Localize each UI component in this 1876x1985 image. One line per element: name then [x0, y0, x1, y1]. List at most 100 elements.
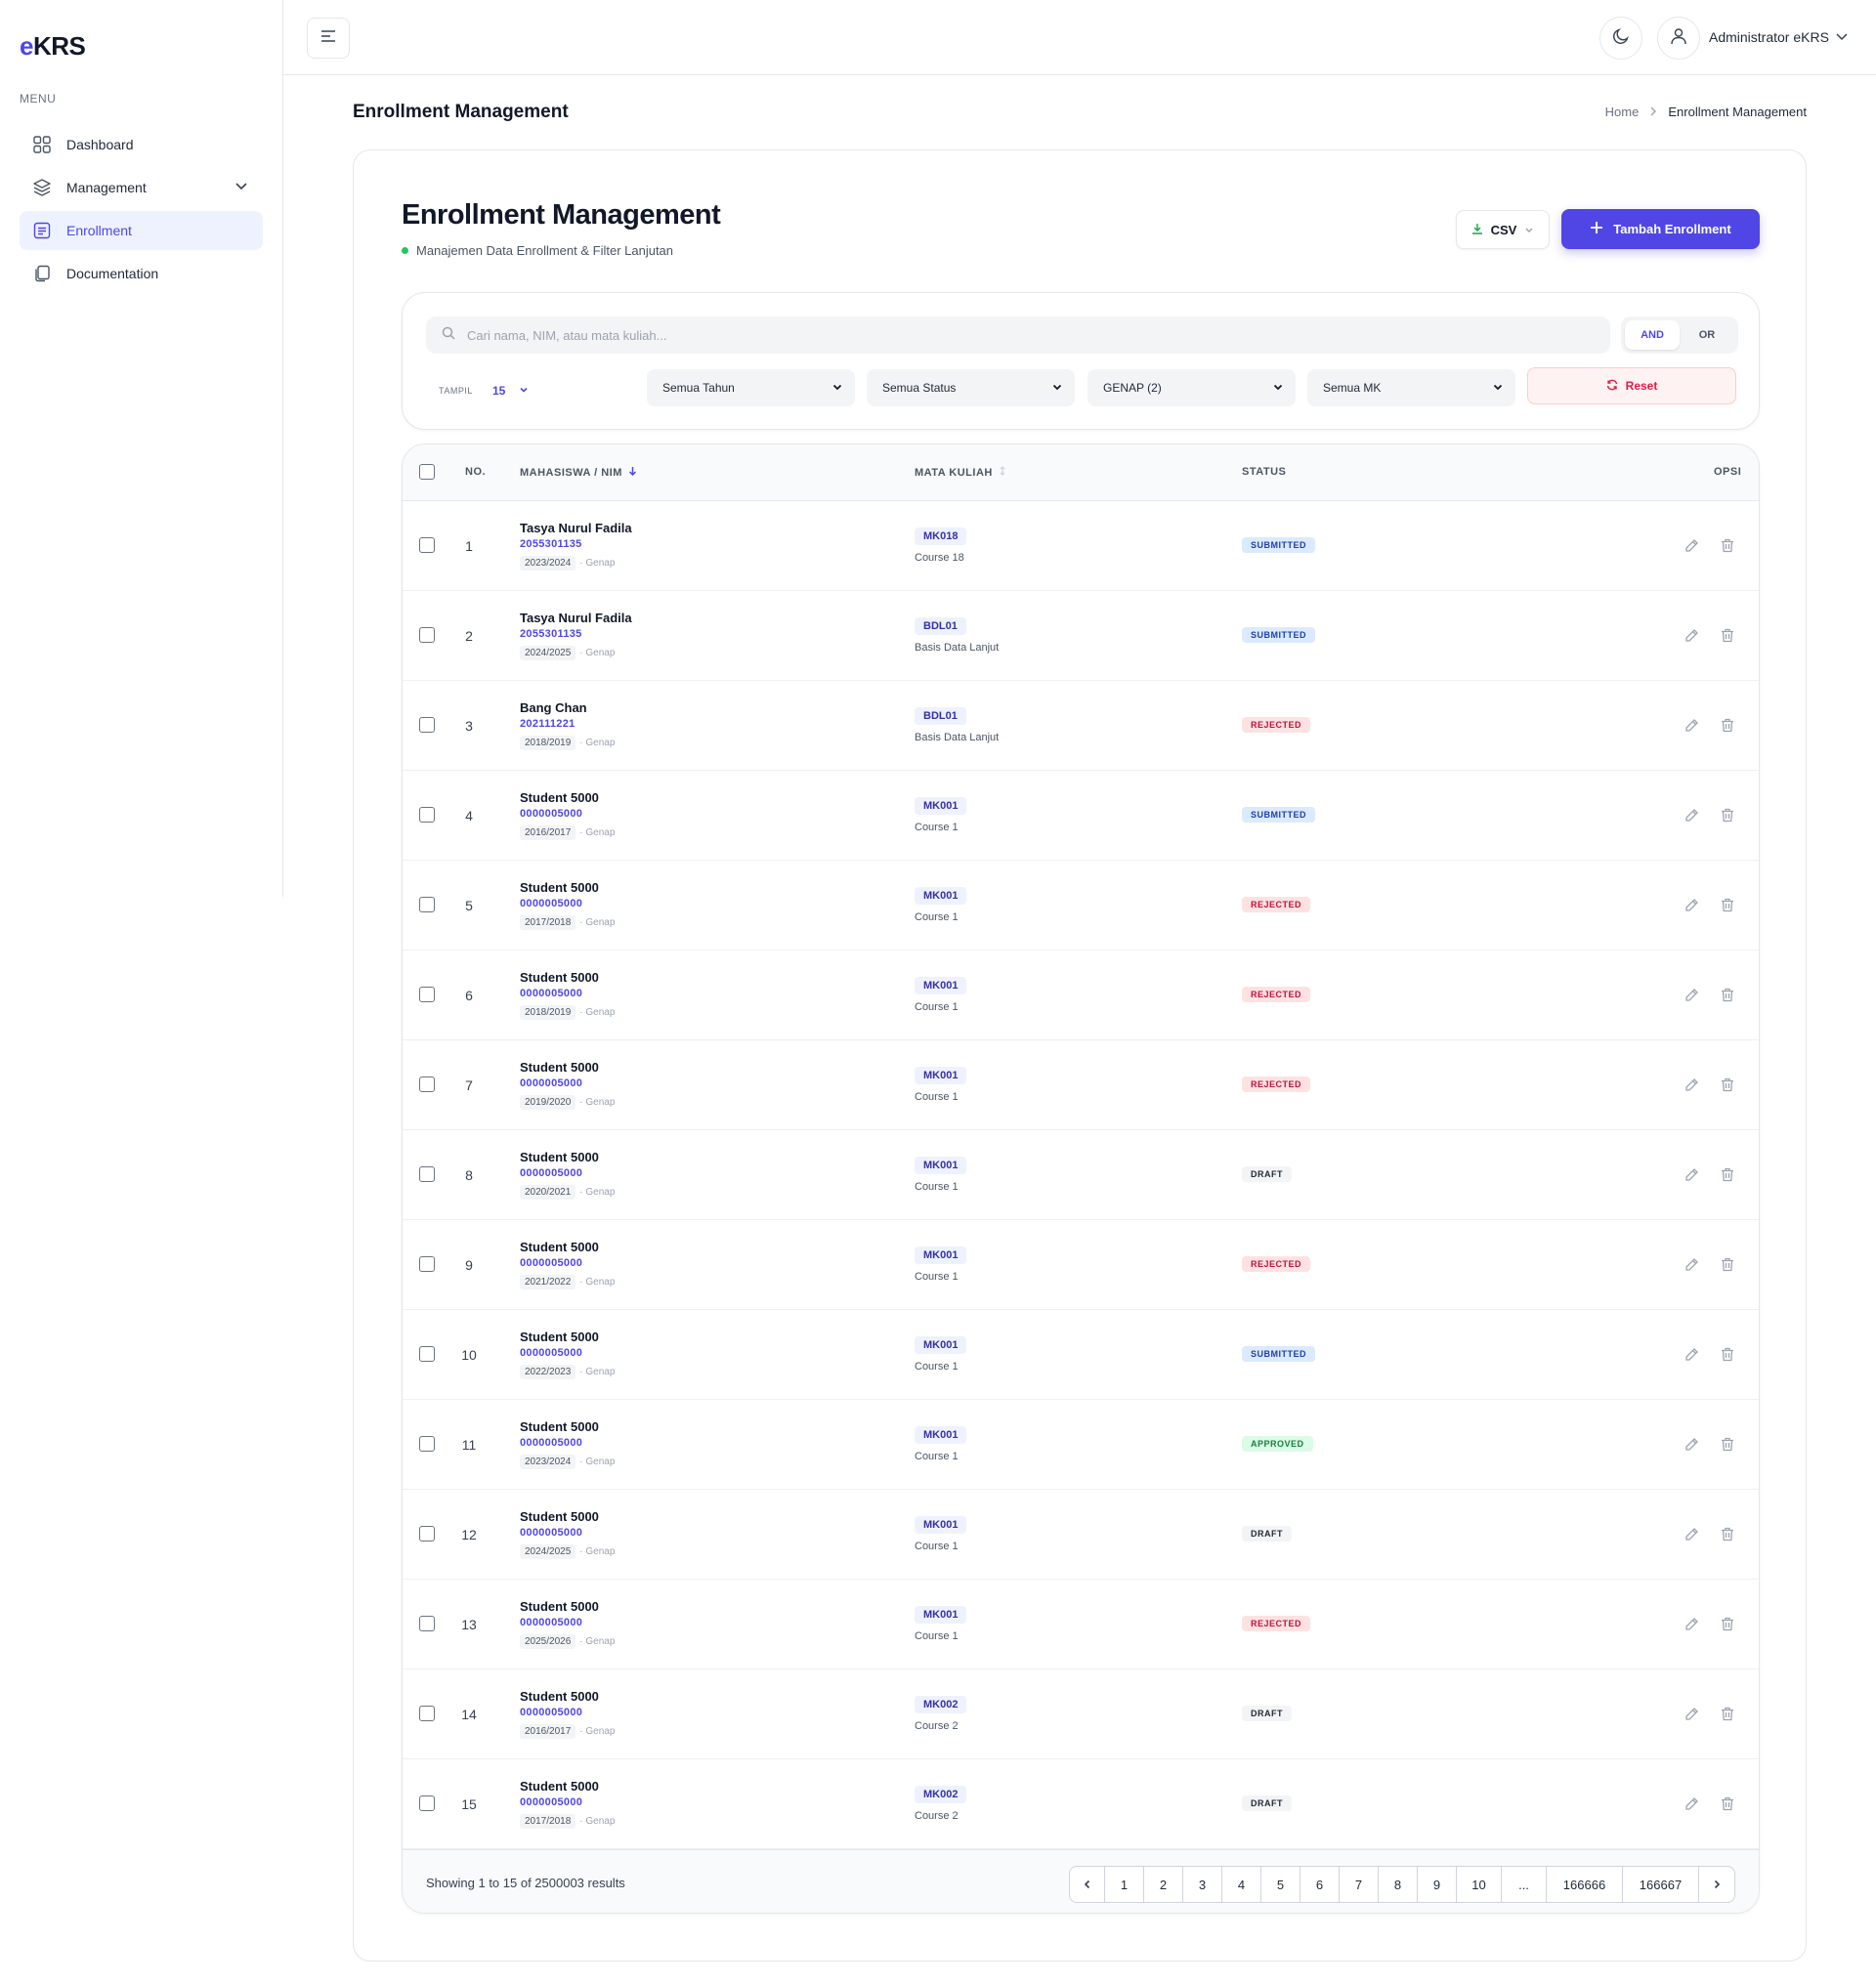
status-select[interactable]: Semua Status — [867, 369, 1075, 406]
row-checkbox[interactable] — [419, 1166, 435, 1182]
row-checkbox[interactable] — [419, 1436, 435, 1452]
row-checkbox[interactable] — [419, 1526, 435, 1542]
delete-trash-icon[interactable] — [1719, 1615, 1736, 1632]
edit-pencil-icon[interactable] — [1683, 986, 1700, 1003]
academic-year-badge: 2017/2018 — [520, 1814, 576, 1829]
row-checkbox[interactable] — [419, 717, 435, 733]
page-button[interactable]: 8 — [1379, 1867, 1418, 1902]
row-checkbox[interactable] — [419, 987, 435, 1002]
page-button[interactable]: 1 — [1105, 1867, 1144, 1902]
add-enrollment-button[interactable]: Tambah Enrollment — [1561, 209, 1760, 249]
student-meta: 2023/2024 · Genap — [520, 1455, 615, 1469]
row-checkbox[interactable] — [419, 1346, 435, 1362]
year-select[interactable]: Semua Tahun — [647, 369, 855, 406]
edit-pencil-icon[interactable] — [1683, 1525, 1700, 1542]
row-checkbox[interactable] — [419, 1706, 435, 1721]
sidebar-item-documentation[interactable]: Documentation — [20, 254, 263, 293]
header-matkul[interactable]: MATA KULIAH — [915, 466, 1006, 479]
app-logo[interactable]: eKRS — [20, 31, 86, 62]
delete-trash-icon[interactable] — [1719, 1435, 1736, 1453]
row-checkbox[interactable] — [419, 1256, 435, 1272]
mk-select[interactable]: Semua MK — [1307, 369, 1515, 406]
theme-toggle-button[interactable] — [1599, 17, 1642, 60]
semester-label: · Genap — [579, 1277, 616, 1288]
page-button[interactable]: 6 — [1300, 1867, 1340, 1902]
edit-pencil-icon[interactable] — [1683, 896, 1700, 913]
row-checkbox[interactable] — [419, 1616, 435, 1631]
edit-pencil-icon[interactable] — [1683, 1795, 1700, 1812]
reset-button[interactable]: Reset — [1527, 367, 1736, 404]
course-name: Course 1 — [915, 1271, 959, 1283]
page-button[interactable]: 5 — [1261, 1867, 1300, 1902]
edit-pencil-icon[interactable] — [1683, 716, 1700, 734]
delete-trash-icon[interactable] — [1719, 896, 1736, 913]
chevron-left-icon[interactable] — [1070, 1867, 1105, 1902]
logic-or-button[interactable]: OR — [1680, 320, 1734, 350]
row-checkbox[interactable] — [419, 1795, 435, 1811]
user-avatar-button[interactable] — [1657, 17, 1700, 60]
menu-lines-icon — [320, 29, 336, 48]
delete-trash-icon[interactable] — [1719, 806, 1736, 824]
search-input[interactable] — [467, 327, 1542, 343]
page-size-select[interactable]: 15 — [483, 377, 541, 404]
delete-trash-icon[interactable] — [1719, 1795, 1736, 1812]
row-number: 4 — [465, 808, 473, 824]
edit-pencil-icon[interactable] — [1683, 626, 1700, 644]
row-checkbox[interactable] — [419, 1077, 435, 1092]
delete-trash-icon[interactable] — [1719, 536, 1736, 554]
delete-trash-icon[interactable] — [1719, 986, 1736, 1003]
row-checkbox[interactable] — [419, 537, 435, 553]
page-button[interactable]: 166666 — [1547, 1867, 1623, 1902]
semester-select[interactable]: GENAP (2) — [1087, 369, 1296, 406]
user-name[interactable]: Administrator eKRS — [1709, 29, 1829, 45]
table-row: 6 Student 5000 0000005000 2018/2019 · Genap M… — [403, 950, 1759, 1040]
page-button[interactable]: 3 — [1183, 1867, 1222, 1902]
sidebar-item-label: Enrollment — [66, 223, 132, 238]
chevron-right-icon[interactable] — [1699, 1867, 1734, 1902]
sidebar-item-enrollment[interactable]: Enrollment — [20, 211, 263, 250]
delete-trash-icon[interactable] — [1719, 626, 1736, 644]
delete-trash-icon[interactable] — [1719, 1165, 1736, 1183]
edit-pencil-icon[interactable] — [1683, 1345, 1700, 1363]
page-button[interactable]: 10 — [1457, 1867, 1502, 1902]
page-button[interactable]: 9 — [1418, 1867, 1457, 1902]
edit-pencil-icon[interactable] — [1683, 1435, 1700, 1453]
delete-trash-icon[interactable] — [1719, 1255, 1736, 1273]
delete-trash-icon[interactable] — [1719, 1345, 1736, 1363]
page-button[interactable]: 4 — [1222, 1867, 1261, 1902]
sidebar: eKRS MENU Dashboard Management Enrollmen… — [0, 0, 283, 897]
header-mahasiswa[interactable]: MAHASISWA / NIM — [520, 466, 637, 479]
chevron-down-icon[interactable] — [1835, 29, 1849, 48]
page-button[interactable]: 166667 — [1623, 1867, 1699, 1902]
breadcrumb-home[interactable]: Home — [1605, 105, 1640, 119]
delete-trash-icon[interactable] — [1719, 1705, 1736, 1722]
delete-trash-icon[interactable] — [1719, 716, 1736, 734]
row-checkbox[interactable] — [419, 627, 435, 643]
tampil-label: TAMPIL — [439, 386, 473, 396]
row-checkbox[interactable] — [419, 807, 435, 823]
csv-export-button[interactable]: CSV — [1456, 210, 1550, 249]
row-number: 8 — [465, 1167, 473, 1183]
academic-year-badge: 2019/2020 — [520, 1095, 576, 1110]
status-badge: DRAFT — [1242, 1166, 1292, 1182]
table-row: 8 Student 5000 0000005000 2020/2021 · Genap M… — [403, 1130, 1759, 1220]
edit-pencil-icon[interactable] — [1683, 1705, 1700, 1722]
page-button[interactable]: 2 — [1144, 1867, 1183, 1902]
page-button[interactable]: 7 — [1340, 1867, 1379, 1902]
status-badge: DRAFT — [1242, 1706, 1292, 1721]
delete-trash-icon[interactable] — [1719, 1076, 1736, 1093]
row-checkbox[interactable] — [419, 897, 435, 912]
sidebar-item-dashboard[interactable]: Dashboard — [20, 125, 263, 164]
sidebar-item-management[interactable]: Management — [20, 168, 263, 207]
sidebar-toggle-button[interactable] — [307, 18, 350, 59]
edit-pencil-icon[interactable] — [1683, 1615, 1700, 1632]
edit-pencil-icon[interactable] — [1683, 1076, 1700, 1093]
edit-pencil-icon[interactable] — [1683, 536, 1700, 554]
logic-and-button[interactable]: AND — [1625, 320, 1680, 350]
edit-pencil-icon[interactable] — [1683, 806, 1700, 824]
edit-pencil-icon[interactable] — [1683, 1255, 1700, 1273]
edit-pencil-icon[interactable] — [1683, 1165, 1700, 1183]
semester-label: · Genap — [579, 648, 616, 658]
select-all-checkbox[interactable] — [419, 464, 435, 480]
delete-trash-icon[interactable] — [1719, 1525, 1736, 1542]
